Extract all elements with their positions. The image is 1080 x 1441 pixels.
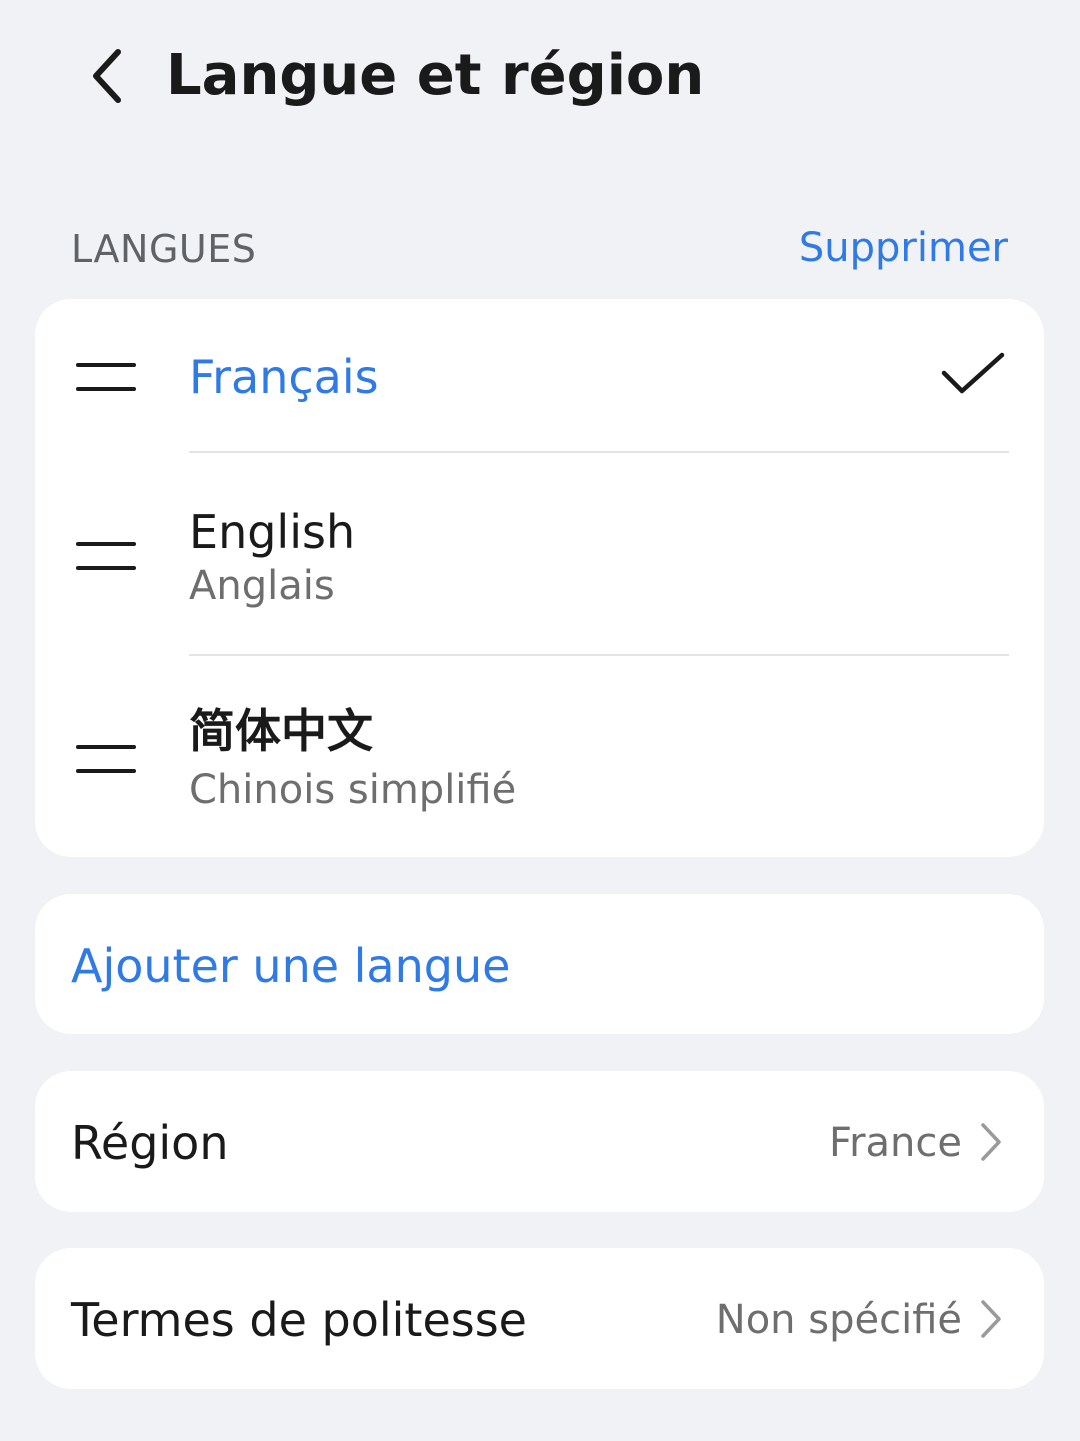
language-name: Français	[189, 350, 379, 404]
region-label: Région	[71, 1116, 229, 1170]
region-value: France	[828, 1120, 962, 1166]
region-row[interactable]: Région France	[35, 1071, 1044, 1212]
chevron-left-icon	[93, 49, 121, 103]
politeness-terms-value: Non spécifié	[715, 1297, 962, 1343]
languages-section-label: LANGUES	[71, 227, 257, 271]
page-title: Langue et région	[166, 43, 705, 108]
language-name: English	[189, 505, 356, 559]
language-item-english[interactable]: English Anglais	[35, 452, 1044, 655]
chevron-right-icon	[981, 1300, 1001, 1338]
drag-handle-icon[interactable]	[76, 542, 136, 570]
language-item-francais[interactable]: Français	[35, 299, 1044, 452]
delete-button[interactable]: Supprimer	[799, 224, 1008, 272]
languages-list: Français English Anglais 简体中文 Chinois si…	[35, 299, 1044, 857]
drag-handle-icon[interactable]	[76, 745, 136, 773]
language-subtitle: Anglais	[189, 563, 335, 609]
header: Langue et région	[0, 0, 1080, 150]
language-region-screen: Langue et région LANGUES Supprimer Franç…	[0, 0, 1080, 1441]
chevron-right-icon	[981, 1123, 1001, 1161]
language-name: 简体中文	[189, 704, 373, 758]
drag-handle-icon[interactable]	[76, 363, 136, 391]
language-subtitle: Chinois simplifié	[189, 767, 517, 813]
back-button[interactable]	[74, 40, 138, 112]
add-language-label: Ajouter une langue	[71, 939, 511, 993]
language-item-chinese-simplified[interactable]: 简体中文 Chinois simplifié	[35, 655, 1044, 857]
politeness-terms-label: Termes de politesse	[71, 1293, 527, 1347]
politeness-terms-row[interactable]: Termes de politesse Non spécifié	[35, 1248, 1044, 1389]
check-icon	[941, 352, 1005, 394]
add-language-button[interactable]: Ajouter une langue	[35, 894, 1044, 1034]
